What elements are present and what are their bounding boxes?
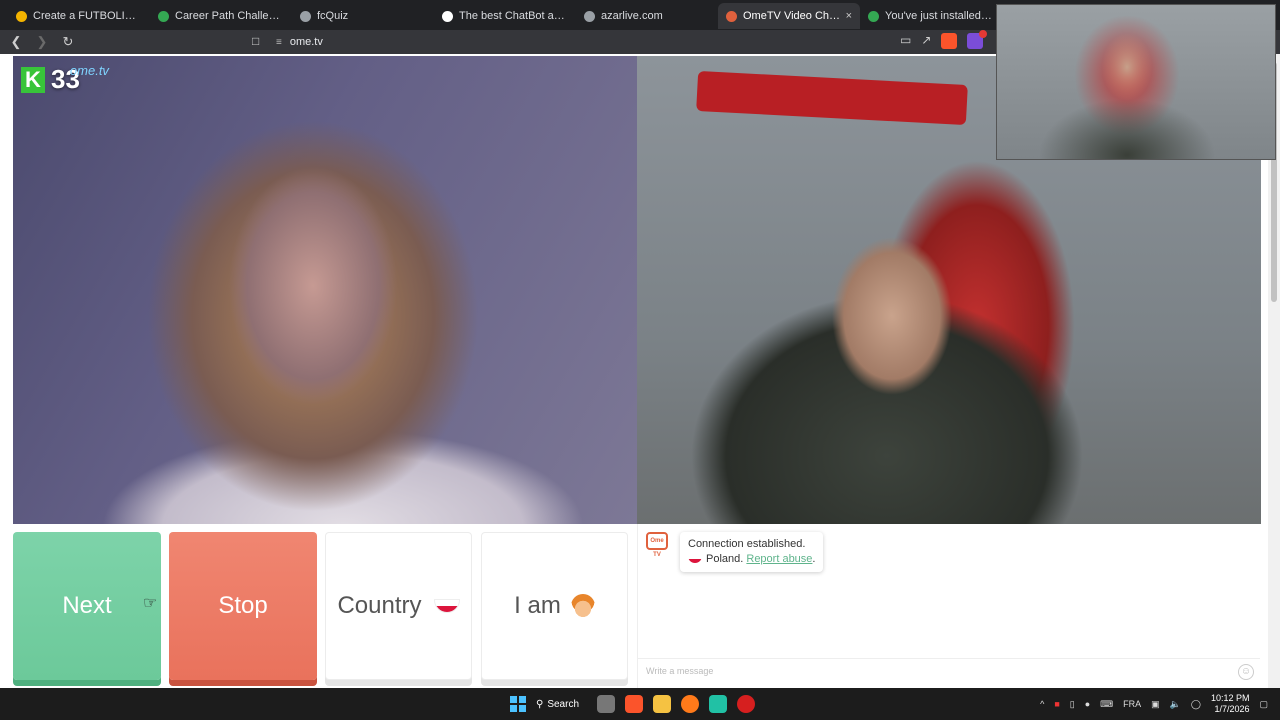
browser-tab[interactable]: azarlive.com (576, 3, 718, 29)
search-label: Search (547, 698, 580, 710)
keyboard-icon[interactable]: ⌨ (1100, 699, 1113, 710)
tab-label: Career Path Challenge - Footb (175, 10, 284, 22)
browser-tab[interactable]: You've just installed Browsec (860, 3, 1002, 29)
poland-flag-icon (688, 555, 702, 564)
clock[interactable]: 10:12 PM 1/7/2026 (1211, 693, 1250, 715)
message-input-bar: ☺ (638, 658, 1260, 684)
tab-favicon-icon (442, 10, 453, 22)
stranger-video: K 33 ome.tv (13, 56, 637, 524)
ometv-chat-logo: Ome TV (646, 532, 668, 558)
microphone-icon[interactable]: ● (1085, 699, 1090, 709)
stop-label: Stop (218, 592, 268, 619)
stop-button[interactable]: Stop (169, 532, 317, 680)
address-text: ome.tv (289, 36, 323, 48)
firefox-icon[interactable] (681, 695, 700, 713)
battery-icon[interactable]: ▯ (1070, 699, 1075, 710)
taskbar-search[interactable]: ⚲ Search (536, 699, 579, 710)
forward-icon[interactable]: ❯ (32, 34, 52, 50)
tray-app-icon[interactable]: ■ (1054, 699, 1059, 709)
toolbar-actions: ▭ ↗ (900, 30, 988, 49)
chat-panel: Ome TV Connection established. Poland. R… (637, 524, 1261, 688)
emoji-icon[interactable]: ☺ (1238, 664, 1254, 680)
webcam-overlay (996, 4, 1276, 160)
next-button[interactable]: Next (13, 532, 161, 680)
partner-country: Poland. (706, 553, 744, 565)
poland-flag-icon (433, 599, 460, 613)
wall-scarf (696, 70, 968, 126)
tab-favicon-icon (868, 10, 879, 22)
tab-favicon-icon (726, 10, 737, 22)
message-input[interactable] (638, 659, 1218, 683)
notification-icon[interactable]: ▢ (1259, 699, 1268, 710)
tab-label: azarlive.com (601, 10, 663, 22)
browser-tab[interactable]: OmeTV Video Chat — × (718, 3, 860, 29)
gender-button[interactable]: I am (481, 532, 628, 680)
tab-favicon-icon (300, 10, 311, 22)
country-button[interactable]: Country (325, 532, 472, 680)
tab-label: OmeTV Video Chat — (743, 10, 842, 22)
tab-favicon-icon (584, 10, 595, 22)
gender-label: I am (514, 592, 561, 619)
browser-tab[interactable]: The best ChatBot and Widgets (434, 3, 576, 29)
tab-label: fcQuiz (317, 10, 349, 22)
system-tray: ^ ■ ▯ ● ⌨ FRA ▣ 🔈 ◯ 10:12 PM 1/7/2026 ▢ (1040, 688, 1268, 720)
logo-letter: K (21, 66, 45, 93)
clock-time: 10:12 PM (1210, 693, 1250, 703)
channel-logo: K 33 ome.tv (21, 63, 109, 95)
browser-tab[interactable]: Create a FUTBOLISTAS DEL SIG (8, 3, 150, 29)
brave-browser-icon[interactable] (625, 695, 644, 713)
share-icon[interactable]: ↗ (921, 33, 931, 49)
browser-tab[interactable]: fcQuiz (292, 3, 434, 29)
address-bar[interactable]: ≡ ome.tv (276, 32, 323, 52)
file-explorer-icon[interactable] (653, 695, 672, 713)
tab-label: The best ChatBot and Widgets (459, 10, 568, 22)
windows-taskbar: ⚲ Search ^ ■ ▯ ● ⌨ FRA ▣ 🔈 ◯ 10:12 PM 1/… (0, 688, 1280, 720)
app-icon[interactable] (709, 695, 728, 713)
browser-tab[interactable]: Career Path Challenge - Footb (150, 3, 292, 29)
tab-close-icon[interactable]: × (842, 10, 852, 22)
reload-icon[interactable]: ↻ (58, 34, 78, 50)
power-icon[interactable]: ◯ (1191, 699, 1201, 710)
windows-start-icon[interactable] (510, 696, 526, 712)
country-label: Country (337, 592, 422, 619)
report-suffix: . (812, 553, 816, 565)
report-abuse-link[interactable]: Report abuse (746, 553, 812, 565)
task-view-icon[interactable] (597, 695, 616, 713)
system-message: Connection established. Poland. Report a… (680, 532, 824, 572)
mouse-cursor-icon: ☞ (143, 595, 158, 612)
tab-label: Create a FUTBOLISTAS DEL SIG (33, 10, 142, 22)
boy-icon (570, 594, 595, 618)
language-indicator[interactable]: FRA (1123, 699, 1141, 709)
tab-favicon-icon (16, 10, 27, 22)
clock-date: 1/7/2026 (1214, 704, 1250, 714)
bookmark-icon[interactable]: □ (252, 34, 259, 48)
network-icon[interactable]: ▣ (1151, 699, 1160, 710)
tab-label: You've just installed Browsec (885, 10, 994, 22)
rewards-icon[interactable] (967, 30, 988, 49)
taskbar-apps: ⚲ Search (510, 688, 756, 720)
brave-shield-icon[interactable] (941, 33, 958, 49)
connection-status: Connection established. (688, 538, 806, 550)
volume-icon[interactable]: 🔈 (1170, 699, 1181, 710)
tab-favicon-icon (158, 10, 169, 22)
cast-icon[interactable]: ▭ (900, 33, 911, 49)
brand-watermark: ome.tv (69, 63, 109, 78)
tune-icon[interactable]: ≡ (276, 37, 282, 48)
back-icon[interactable]: ❮ (6, 34, 26, 50)
tray-chevron-icon[interactable]: ^ (1040, 699, 1044, 709)
record-app-icon[interactable] (737, 695, 756, 713)
next-label: Next (62, 592, 112, 619)
